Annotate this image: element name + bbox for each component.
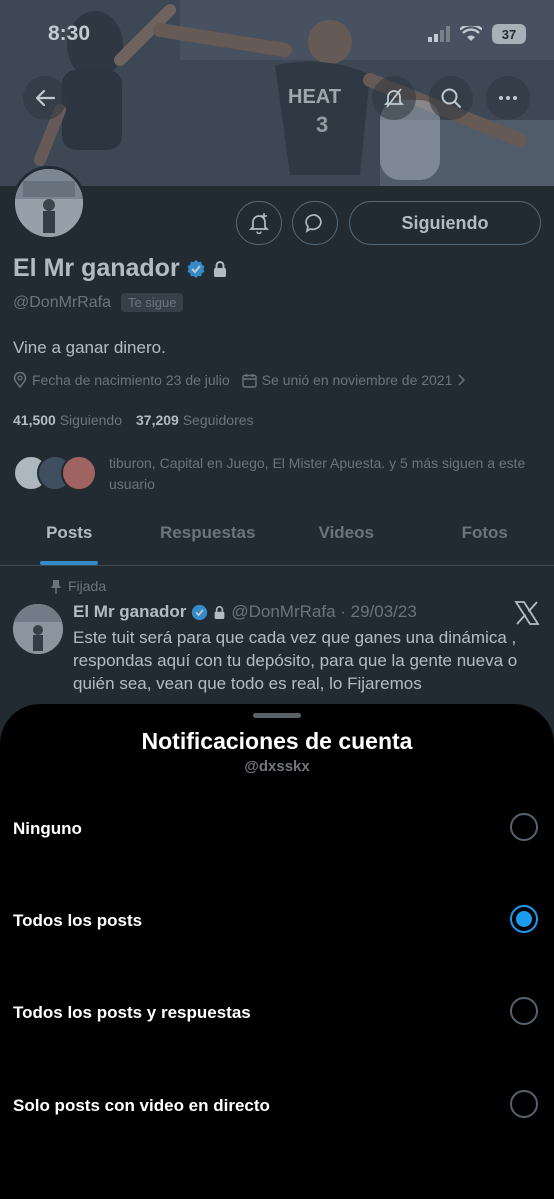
option-todos-los-posts-y-respuestas[interactable]: Todos los posts y respuestas bbox=[0, 975, 554, 1055]
option-solo-video-en-directo[interactable]: Solo posts con video en directo bbox=[0, 1068, 554, 1148]
radio-button[interactable] bbox=[510, 813, 538, 841]
option-label: Solo posts con video en directo bbox=[13, 1096, 270, 1115]
notifications-sheet: Notificaciones de cuenta @dxsskx Ninguno… bbox=[0, 704, 554, 1199]
option-ninguno[interactable]: Ninguno bbox=[0, 791, 554, 871]
sheet-grabber[interactable] bbox=[253, 713, 301, 718]
option-label: Todos los posts y respuestas bbox=[13, 1003, 251, 1022]
option-label: Todos los posts bbox=[13, 911, 143, 930]
sheet-title: Notificaciones de cuenta bbox=[141, 728, 413, 754]
option-todos-los-posts[interactable]: Todos los posts bbox=[0, 883, 554, 963]
radio-button[interactable] bbox=[510, 997, 538, 1025]
radio-button-selected[interactable] bbox=[510, 905, 538, 933]
sheet-subtitle: @dxsskx bbox=[244, 758, 310, 775]
radio-button[interactable] bbox=[510, 1090, 538, 1118]
option-label: Ninguno bbox=[13, 819, 82, 838]
